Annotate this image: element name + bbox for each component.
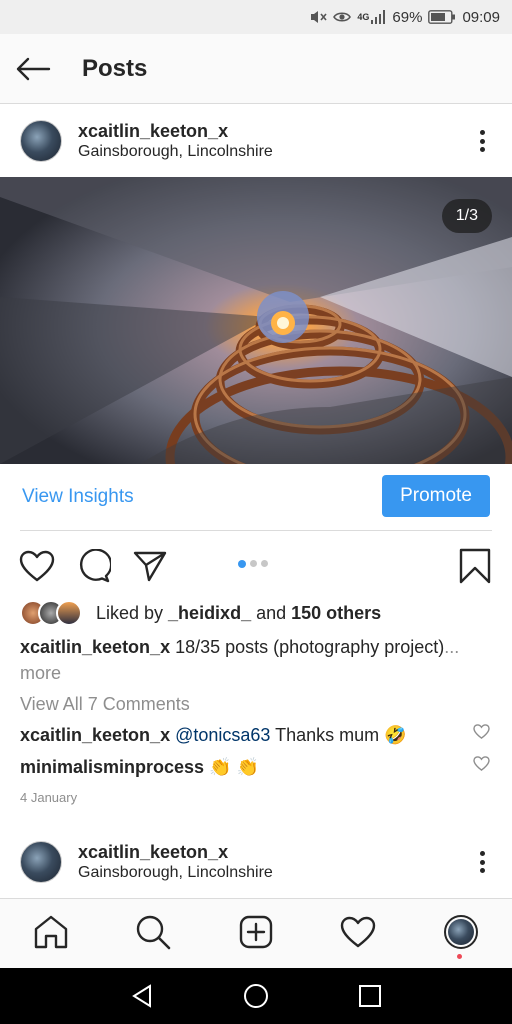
clock: 09:09 [462, 8, 500, 26]
battery-icon [428, 10, 456, 24]
divider [20, 530, 492, 531]
comment-icon [79, 549, 111, 583]
heart-icon [19, 550, 55, 582]
comment-text: 👏 👏 [204, 757, 259, 777]
comment-like-button[interactable] [473, 756, 490, 776]
eye-icon [333, 10, 352, 24]
post-photo[interactable]: 1/3 [0, 177, 512, 464]
triangle-back-icon [132, 984, 151, 1008]
more-options-icon[interactable] [472, 126, 492, 156]
comment-like-button[interactable] [473, 724, 490, 744]
like-button[interactable] [17, 546, 57, 586]
caption-username[interactable]: xcaitlin_keeton_x [20, 637, 170, 657]
post-caption: xcaitlin_keeton_x 18/35 posts (photograp… [20, 634, 490, 686]
signal-icon: 4G [357, 10, 386, 24]
liker-username: _heidixd_ [168, 602, 252, 623]
nav-activity[interactable] [338, 912, 378, 952]
profile-avatar [444, 915, 478, 949]
activity-heart-icon [340, 916, 376, 948]
nav-profile[interactable] [441, 912, 481, 952]
status-bar: 4G 69% 09:09 [0, 0, 512, 34]
comment-username[interactable]: minimalisminprocess [20, 757, 204, 777]
post-username[interactable]: xcaitlin_keeton_x [78, 120, 273, 142]
add-post-icon [239, 915, 273, 949]
carousel-dot [250, 560, 257, 567]
circle-home-icon [244, 984, 268, 1008]
nav-home[interactable] [31, 912, 71, 952]
likes-others: 150 others [291, 602, 382, 623]
promote-button[interactable]: Promote [382, 475, 490, 517]
send-icon [133, 551, 167, 582]
post-location[interactable]: Gainsborough, Lincolnshire [78, 863, 273, 883]
post-header: xcaitlin_keeton_x Gainsborough, Lincolns… [0, 104, 512, 178]
system-navigation-bar [0, 968, 512, 1024]
avatar[interactable] [20, 120, 62, 162]
search-icon [136, 915, 171, 950]
post-actions [0, 542, 512, 588]
bookmark-icon [459, 548, 491, 584]
system-back-button[interactable] [128, 982, 156, 1010]
carousel-dot [261, 560, 268, 567]
post-image [0, 177, 512, 464]
post-location[interactable]: Gainsborough, Lincolnshire [78, 142, 273, 162]
post-date: 4 January [20, 790, 78, 805]
comment-text: Thanks mum 🤣 [270, 725, 407, 745]
comment-username[interactable]: xcaitlin_keeton_x [20, 725, 170, 745]
back-button[interactable] [0, 34, 68, 104]
nav-search[interactable] [133, 912, 173, 952]
carousel-indicator [238, 559, 268, 568]
comment-mention[interactable]: @tonicsa63 [175, 725, 270, 745]
view-insights-link[interactable]: View Insights [22, 486, 134, 508]
carousel-dot-active [238, 559, 246, 568]
page-title: Posts [82, 54, 148, 82]
save-button[interactable] [455, 546, 495, 586]
liker-avatars [20, 600, 82, 626]
avatar [56, 600, 82, 626]
next-post-header: xcaitlin_keeton_x Gainsborough, Lincolns… [0, 825, 512, 899]
battery-percent: 69% [392, 8, 423, 26]
avatar[interactable] [20, 841, 62, 883]
likes-row[interactable]: Liked by _heidixd_ and 150 others [20, 598, 381, 628]
post-username[interactable]: xcaitlin_keeton_x [78, 841, 273, 863]
caption-text: 18/35 posts (photography project) [170, 637, 445, 657]
system-home-button[interactable] [242, 982, 270, 1010]
comment-button[interactable] [74, 546, 114, 586]
view-all-comments-link[interactable]: View All 7 Comments [20, 694, 190, 715]
heart-icon [473, 756, 490, 771]
image-counter: 1/3 [441, 199, 492, 233]
app-header: Posts [0, 34, 512, 104]
square-recents-icon [359, 985, 381, 1007]
notification-dot [457, 954, 462, 959]
insights-row: View Insights Promote [0, 464, 512, 530]
nav-new-post[interactable] [236, 912, 276, 952]
mute-icon [309, 9, 328, 25]
comment: minimalisminprocess 👏 👏 [20, 755, 490, 779]
arrow-left-icon [16, 57, 51, 80]
bottom-nav [0, 898, 512, 968]
home-icon [34, 915, 68, 949]
comment: xcaitlin_keeton_x @tonicsa63 Thanks mum … [20, 723, 490, 747]
heart-icon [473, 724, 490, 739]
system-recents-button[interactable] [356, 982, 384, 1010]
likes-text: Liked by _heidixd_ and 150 others [96, 602, 382, 623]
share-button[interactable] [130, 546, 170, 586]
more-options-icon[interactable] [472, 847, 492, 877]
